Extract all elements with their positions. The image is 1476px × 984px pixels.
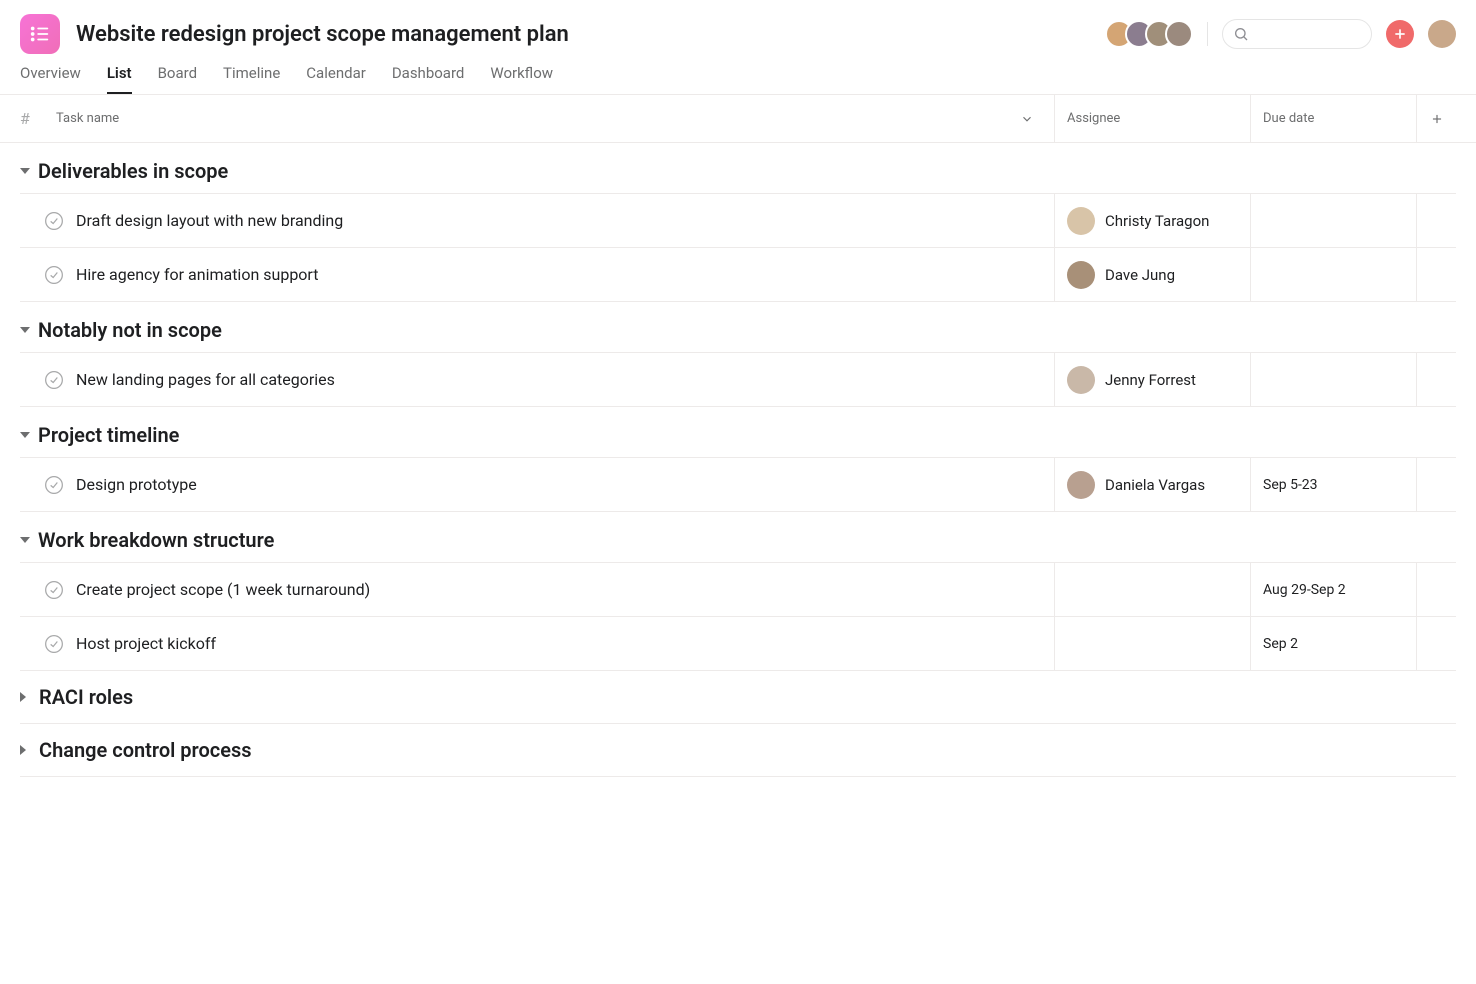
assignee-name: Jenny Forrest: [1105, 371, 1196, 389]
complete-checkbox[interactable]: [44, 211, 64, 231]
section-header[interactable]: Work breakdown structure: [20, 512, 1456, 563]
caret-right-icon: [20, 745, 31, 755]
tabs: Overview List Board Timeline Calendar Da…: [0, 54, 1476, 95]
assignee-avatar: [1067, 471, 1095, 499]
member-avatars[interactable]: [1105, 20, 1193, 48]
task-assignee-cell[interactable]: Jenny Forrest: [1054, 353, 1250, 406]
task-row[interactable]: Hire agency for animation support Dave J…: [20, 248, 1456, 302]
search-icon: [1233, 26, 1249, 42]
task-assignee-cell[interactable]: Dave Jung: [1054, 248, 1250, 301]
header-actions: [1105, 19, 1456, 49]
tab-calendar[interactable]: Calendar: [306, 64, 366, 94]
avatar[interactable]: [1165, 20, 1193, 48]
task-row[interactable]: Design prototype Daniela Vargas Sep 5-23: [20, 458, 1456, 512]
project-title[interactable]: Website redesign project scope managemen…: [76, 22, 1089, 47]
project-icon[interactable]: [20, 14, 60, 54]
caret-down-icon: [20, 327, 30, 333]
task-end-cell: [1416, 248, 1456, 301]
assignee-name: Christy Taragon: [1105, 212, 1209, 230]
task-assignee-cell[interactable]: Daniela Vargas: [1054, 458, 1250, 511]
section-title: Work breakdown structure: [38, 528, 274, 552]
assignee-avatar: [1067, 366, 1095, 394]
column-due-date[interactable]: Due date: [1250, 95, 1416, 142]
section-header[interactable]: Project timeline: [20, 407, 1456, 458]
column-task-name-label: Task name: [56, 111, 119, 126]
plus-icon: [1430, 112, 1444, 126]
assignee-name: Dave Jung: [1105, 266, 1175, 284]
task-end-cell: [1416, 617, 1456, 670]
caret-down-icon: [20, 432, 30, 438]
task-row[interactable]: New landing pages for all categories Jen…: [20, 353, 1456, 407]
list-icon: [29, 23, 51, 45]
task-name: Create project scope (1 week turnaround): [76, 580, 370, 599]
section-header[interactable]: Change control process: [20, 724, 1456, 777]
column-task-name[interactable]: Task name: [56, 111, 1054, 126]
task-list: Deliverables in scope Draft design layou…: [0, 143, 1476, 777]
section-header[interactable]: Deliverables in scope: [20, 143, 1456, 194]
search-input[interactable]: [1222, 19, 1372, 49]
column-assignee-label: Assignee: [1067, 111, 1120, 126]
tab-board[interactable]: Board: [158, 64, 197, 94]
complete-checkbox[interactable]: [44, 580, 64, 600]
tab-timeline[interactable]: Timeline: [223, 64, 280, 94]
section-title: RACI roles: [39, 685, 133, 709]
tab-workflow[interactable]: Workflow: [490, 64, 553, 94]
task-assignee-cell[interactable]: [1054, 563, 1250, 616]
task-due-cell[interactable]: Sep 2: [1250, 617, 1416, 670]
assignee-name: Daniela Vargas: [1105, 476, 1205, 494]
section-title: Change control process: [39, 738, 252, 762]
task-due-cell[interactable]: Aug 29-Sep 2: [1250, 563, 1416, 616]
complete-checkbox[interactable]: [44, 370, 64, 390]
complete-checkbox[interactable]: [44, 265, 64, 285]
add-button[interactable]: [1386, 20, 1414, 48]
caret-down-icon: [20, 537, 30, 543]
task-name: Host project kickoff: [76, 634, 216, 653]
task-assignee-cell[interactable]: [1054, 617, 1250, 670]
plus-icon: [1392, 26, 1408, 42]
task-end-cell: [1416, 458, 1456, 511]
header: Website redesign project scope managemen…: [0, 0, 1476, 54]
section-title: Project timeline: [38, 423, 179, 447]
user-avatar[interactable]: [1428, 20, 1456, 48]
task-end-cell: [1416, 563, 1456, 616]
section-title: Notably not in scope: [38, 318, 222, 342]
task-end-cell: [1416, 194, 1456, 247]
task-end-cell: [1416, 353, 1456, 406]
complete-checkbox[interactable]: [44, 475, 64, 495]
task-name: Hire agency for animation support: [76, 265, 318, 284]
assignee-avatar: [1067, 207, 1095, 235]
add-column[interactable]: [1416, 95, 1456, 142]
chevron-down-icon[interactable]: [1020, 112, 1034, 126]
task-row[interactable]: Host project kickoff Sep 2: [20, 617, 1456, 671]
section-title: Deliverables in scope: [38, 159, 228, 183]
assignee-avatar: [1067, 261, 1095, 289]
column-assignee[interactable]: Assignee: [1054, 95, 1250, 142]
tab-list[interactable]: List: [107, 64, 132, 94]
column-header-row: # Task name Assignee Due date: [0, 95, 1476, 143]
caret-down-icon: [20, 168, 30, 174]
task-name: Draft design layout with new branding: [76, 211, 343, 230]
complete-checkbox[interactable]: [44, 634, 64, 654]
column-due-label: Due date: [1263, 111, 1314, 126]
column-number: #: [20, 109, 56, 128]
task-name: New landing pages for all categories: [76, 370, 335, 389]
task-due-cell[interactable]: Sep 5-23: [1250, 458, 1416, 511]
task-row[interactable]: Create project scope (1 week turnaround)…: [20, 563, 1456, 617]
task-due-cell[interactable]: [1250, 353, 1416, 406]
task-due-cell[interactable]: [1250, 248, 1416, 301]
caret-right-icon: [20, 692, 31, 702]
tab-overview[interactable]: Overview: [20, 64, 81, 94]
section-header[interactable]: RACI roles: [20, 671, 1456, 724]
divider: [1207, 22, 1208, 46]
task-due-cell[interactable]: [1250, 194, 1416, 247]
task-row[interactable]: Draft design layout with new branding Ch…: [20, 194, 1456, 248]
tab-dashboard[interactable]: Dashboard: [392, 64, 465, 94]
task-name: Design prototype: [76, 475, 197, 494]
section-header[interactable]: Notably not in scope: [20, 302, 1456, 353]
task-assignee-cell[interactable]: Christy Taragon: [1054, 194, 1250, 247]
